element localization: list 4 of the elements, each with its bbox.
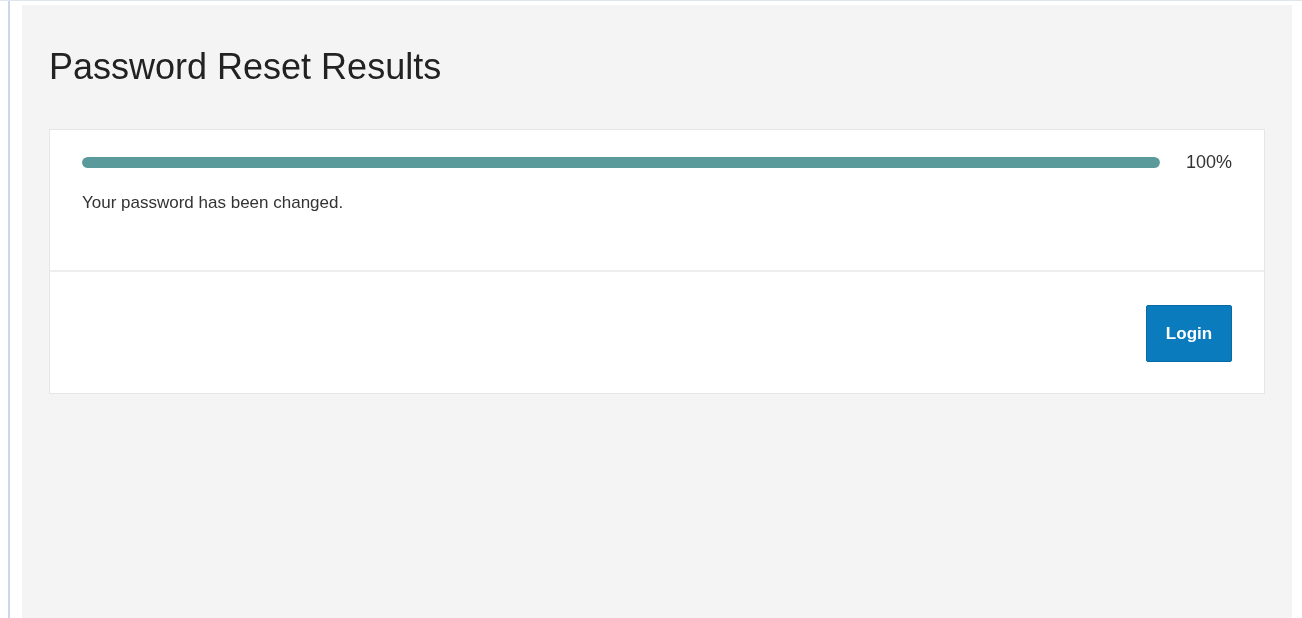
status-message: Your password has been changed. (82, 193, 345, 213)
login-button[interactable]: Login (1146, 305, 1232, 362)
page-title: Password Reset Results (49, 49, 443, 85)
progress-reading: 100% (1185, 152, 1232, 173)
